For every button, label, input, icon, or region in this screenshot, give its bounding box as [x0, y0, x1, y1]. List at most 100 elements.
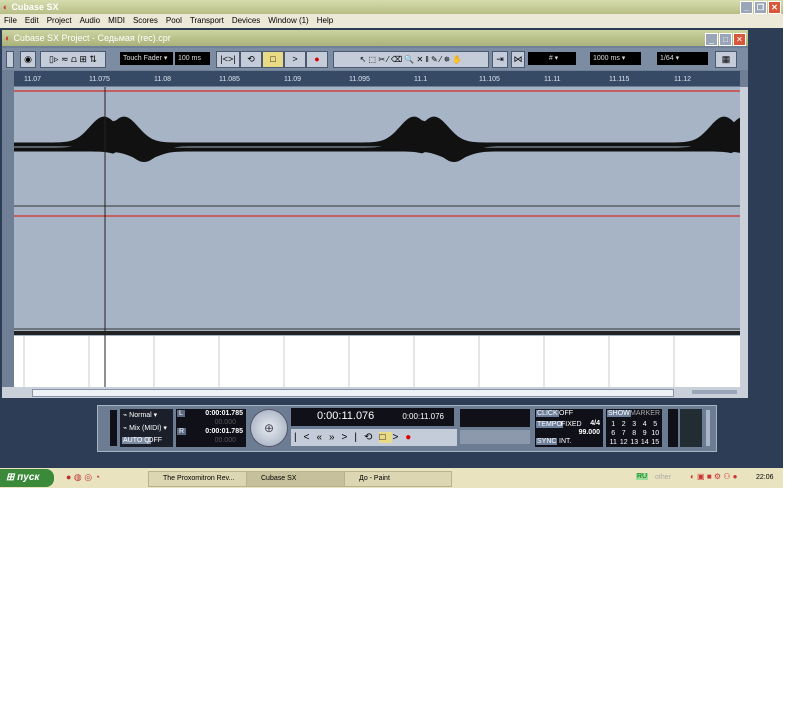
goto-locators-button[interactable]: |<>| — [216, 51, 240, 68]
ruler-tick-label: 11.1 — [414, 76, 428, 83]
tempo-button[interactable]: TEMPO — [536, 421, 563, 428]
show-markers-button[interactable]: SHOW — [607, 410, 631, 417]
minimize-button[interactable]: _ — [740, 1, 753, 14]
output-level-slider[interactable] — [706, 410, 710, 446]
quantize-time-select[interactable]: 1000 ms ▾ — [590, 52, 641, 65]
menu-project[interactable]: Project — [47, 16, 72, 25]
marker-button[interactable]: 13 — [629, 438, 640, 447]
quantize-select[interactable]: 1/64 ▾ — [657, 52, 708, 65]
task-cubase[interactable]: Cubase SX — [246, 471, 354, 487]
project-title-bar: ◐ Cubase SX Project - Седьмая (rec).cpr _… — [2, 30, 748, 46]
marker-button[interactable]: 14 — [640, 438, 651, 447]
menu-file[interactable]: File — [4, 16, 17, 25]
task-proxomitron[interactable]: The Proxomitron Rev... — [148, 471, 256, 487]
position-display[interactable]: 0:00:11.076 — [317, 410, 374, 422]
vertical-scrollbar[interactable] — [740, 87, 748, 387]
project-minimize-button[interactable]: _ — [705, 33, 718, 46]
tempo-mode: FIXED — [561, 421, 582, 428]
marker-button[interactable]: 9 — [640, 429, 651, 438]
jog-shuttle-wheel[interactable]: ⊕ — [250, 409, 288, 447]
sync-button[interactable]: SYNC — [536, 438, 558, 445]
cycle-button[interactable]: ⟲ — [240, 51, 262, 68]
windows-logo-icon: ⊞ — [6, 472, 15, 483]
record-mode-select[interactable]: ⌁ Normal ▾ — [123, 411, 157, 419]
marker-button[interactable]: 7 — [619, 429, 630, 438]
cycle-mode-select[interactable]: ⌁ Mix (MIDI) ▾ — [123, 424, 167, 432]
grid-type-select[interactable]: # ▾ — [528, 52, 576, 65]
transport-stop-button[interactable]: □ — [379, 432, 393, 443]
language-indicator[interactable]: RU — [636, 473, 649, 480]
inspector-toggle[interactable] — [6, 51, 14, 68]
menu-edit[interactable]: Edit — [25, 16, 39, 25]
right-locator-label[interactable]: R — [177, 428, 187, 435]
play-button[interactable]: > — [284, 51, 306, 68]
ruler-tick-label: 11.11 — [544, 76, 561, 83]
secondary-position-display[interactable]: 0:00:11.076 — [402, 412, 444, 421]
menu-midi[interactable]: MIDI — [108, 16, 125, 25]
menu-help[interactable]: Help — [317, 16, 333, 25]
close-button[interactable]: ✕ — [768, 1, 781, 14]
transport-buttons[interactable]: |<«»>|⟲□>● — [291, 429, 457, 446]
marker-button[interactable]: 6 — [608, 429, 619, 438]
record-button[interactable]: ● — [306, 51, 328, 68]
menu-window-1-[interactable]: Window (1) — [268, 16, 308, 25]
marker-button[interactable]: 15 — [650, 438, 661, 447]
right-locator-sub: 00.000 — [214, 437, 236, 444]
stop-button[interactable]: □ — [262, 51, 284, 68]
constrain-delay-button[interactable]: ◉ — [20, 51, 36, 68]
right-locator-time[interactable]: 0:00:01.785 — [205, 428, 243, 435]
snap-button[interactable]: ⋈ — [511, 51, 525, 68]
cubase-logo-icon: ◐ — [5, 33, 11, 43]
ruler-tick-label: 11.09 — [284, 76, 301, 83]
preroll-field[interactable]: 100 ms — [175, 52, 210, 65]
restore-button[interactable]: ❐ — [754, 1, 767, 14]
marker-button[interactable]: 11 — [608, 438, 619, 447]
marker-button[interactable]: 3 — [629, 420, 640, 429]
quick-launch-icons[interactable]: ● ◍ ◎ ◔ — [66, 472, 100, 483]
menu-scores[interactable]: Scores — [133, 16, 158, 25]
project-maximize-button[interactable]: □ — [719, 33, 732, 46]
horizontal-scrollbar[interactable] — [2, 387, 748, 398]
ruler-tick-label: 11.115 — [609, 76, 630, 83]
tempo-value[interactable]: 99.000 — [579, 429, 600, 436]
sync-value: INT. — [559, 438, 572, 445]
waveform-track-2 — [14, 116, 740, 163]
menu-audio[interactable]: Audio — [80, 16, 100, 25]
marker-button[interactable]: 10 — [650, 429, 661, 438]
marker-button[interactable]: 4 — [640, 420, 651, 429]
view-buttons[interactable]: ▯▹ ≂ ⩍ ⊞ ⇅ — [40, 51, 106, 68]
task-paint[interactable]: До - Paint — [344, 471, 452, 487]
nudge-buttons[interactable] — [460, 430, 530, 444]
project-close-button[interactable]: ✕ — [733, 33, 746, 46]
autoscroll-button[interactable]: ⇥ — [492, 51, 508, 68]
marker-button[interactable]: 1 — [608, 420, 619, 429]
time-signature[interactable]: 4/4 — [590, 420, 600, 427]
output-meter-left — [668, 409, 678, 447]
marker-button[interactable]: 12 — [619, 438, 630, 447]
marker-display — [460, 409, 530, 427]
auto-quantize-button[interactable]: AUTO Q — [122, 437, 151, 444]
ruler-tick-label: 11.07 — [24, 76, 41, 83]
empty-track-area — [14, 336, 740, 387]
marker-button[interactable]: 2 — [619, 420, 630, 429]
left-locator-time[interactable]: 0:00:01.785 — [205, 410, 243, 417]
event-display[interactable] — [14, 87, 740, 387]
start-button[interactable]: ⊞ пуск — [0, 469, 54, 487]
menu-pool[interactable]: Pool — [166, 16, 182, 25]
zoom-slider[interactable] — [692, 390, 737, 394]
ruler-tick-label: 11.085 — [219, 76, 240, 83]
marker-button[interactable]: 5 — [650, 420, 661, 429]
click-button[interactable]: CLICK — [536, 410, 559, 417]
left-locator-label[interactable]: L — [177, 410, 185, 417]
timeline-ruler[interactable]: 11.07 11.075 11.08 11.085 11.09 11.095 11.1 11.… — [14, 71, 740, 86]
color-picker-button[interactable]: ▦ — [715, 51, 737, 68]
transport-record-button[interactable]: ● — [405, 432, 418, 443]
tool-buttons[interactable]: ↖ ⬚ ✂ ⁄ ⌫ 🔍 ✕ ‖ ✎ ⁄ ✵ ✋ — [333, 51, 489, 68]
menu-transport[interactable]: Transport — [190, 16, 224, 25]
output-meter — [680, 409, 702, 447]
system-tray-icons[interactable]: ◐ ▣ ■ ⚙ ⚇ ● — [690, 472, 738, 481]
menu-devices[interactable]: Devices — [232, 16, 260, 25]
left-locator-sub: 00.000 — [214, 419, 236, 426]
automation-mode-select[interactable]: Touch Fader ▾ — [120, 52, 173, 65]
marker-button[interactable]: 8 — [629, 429, 640, 438]
